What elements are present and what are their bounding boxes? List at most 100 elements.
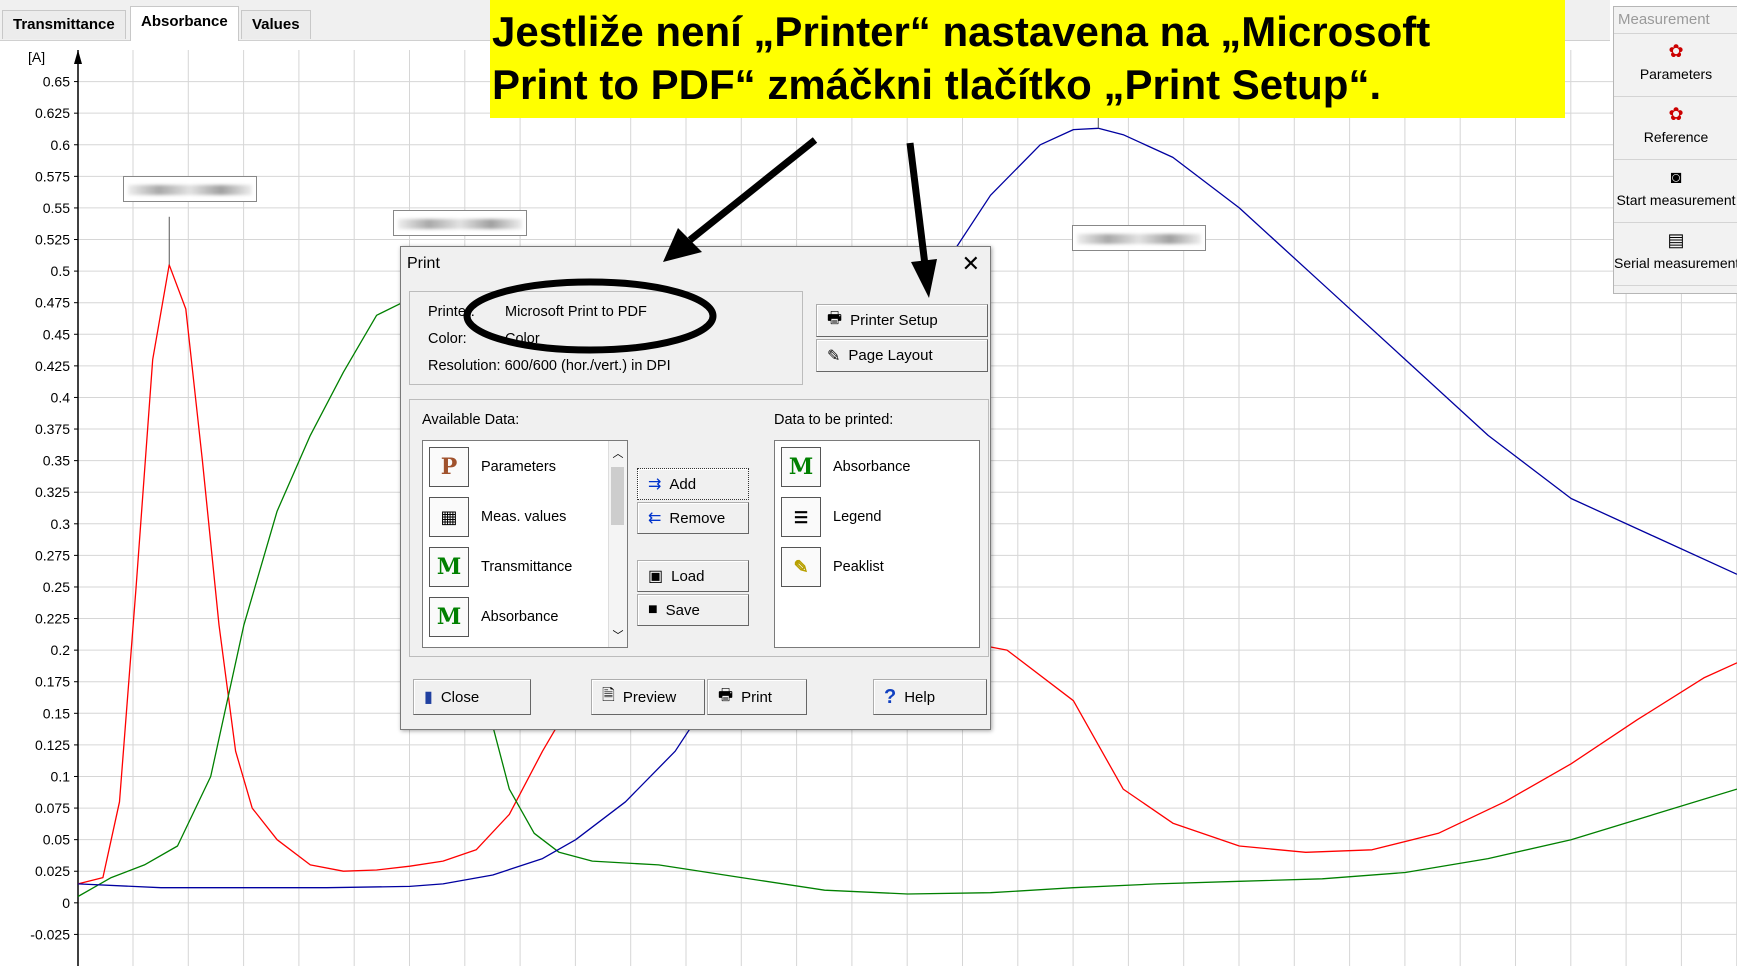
- page-layout-label: Page Layout: [848, 347, 933, 364]
- list-item-label: Absorbance: [833, 459, 911, 475]
- printer-info-group: Printer: Microsoft Print to PDF Color: C…: [409, 291, 803, 385]
- start-measurement-button[interactable]: ◙ Start measurement: [1614, 160, 1737, 223]
- page-layout-button[interactable]: ✎ Page Layout: [816, 339, 988, 372]
- measurement-panel-title: Measurement: [1614, 7, 1737, 34]
- list-item-label: Parameters: [481, 459, 556, 475]
- print-dialog: Print ✕ Printer: Microsoft Print to PDF …: [400, 246, 991, 730]
- y-tick-label: 0.5: [51, 263, 71, 279]
- parameters-button[interactable]: ✿ Parameters: [1614, 34, 1737, 97]
- close-button[interactable]: ▮ Close: [413, 679, 531, 715]
- list-item-label: Absorbance: [481, 609, 559, 625]
- y-tick-label: 0.325: [35, 484, 70, 500]
- y-tick-label: 0.45: [43, 326, 70, 342]
- annotation-line-1: Jestliže není „Printer“ nastavena na „Mi…: [492, 8, 1431, 55]
- y-tick-label: 0.125: [35, 737, 70, 753]
- list-item[interactable]: ▦ Meas. values: [429, 495, 566, 539]
- y-tick-label: 0.025: [35, 863, 70, 879]
- y-tick-label: 0.4: [51, 389, 71, 405]
- measurement-chart-icon: M: [781, 447, 821, 487]
- available-data-label: Available Data:: [422, 412, 520, 428]
- help-button[interactable]: ? Help: [873, 679, 987, 715]
- peak-label-redacted: [1072, 225, 1206, 251]
- y-tick-label: 0: [62, 895, 70, 911]
- list-item[interactable]: ☰ Legend: [781, 495, 881, 539]
- parameters-icon: P: [429, 447, 469, 487]
- y-tick-label: 0.65: [43, 74, 70, 90]
- y-axis-label: [A]: [28, 49, 45, 65]
- y-tick-label: 0.05: [43, 832, 70, 848]
- y-tick-label: 0.1: [51, 768, 71, 784]
- y-tick-label: 0.275: [35, 547, 70, 563]
- preview-button[interactable]: 🗎 Preview: [591, 679, 705, 715]
- instruction-annotation: Jestliže není „Printer“ nastavena na „Mi…: [490, 0, 1565, 118]
- list-item[interactable]: M Absorbance: [781, 445, 910, 489]
- y-tick-label: 0.2: [51, 642, 71, 658]
- load-label: Load: [671, 567, 705, 585]
- data-selection-group: Available Data: Data to be printed: P Par…: [409, 399, 989, 657]
- serial-measurement-button[interactable]: ▤ Serial measurement: [1614, 223, 1737, 286]
- scrollbar-thumb[interactable]: [611, 467, 624, 525]
- tab-transmittance[interactable]: Transmittance: [2, 10, 126, 39]
- y-tick-label: 0.475: [35, 295, 70, 311]
- printer-icon: 🖶: [718, 686, 734, 704]
- table-icon: ▦: [429, 497, 469, 537]
- remove-icon: ⇇: [648, 510, 662, 527]
- floppy-icon: ■: [648, 601, 658, 618]
- peak-label-redacted: [123, 176, 257, 202]
- y-tick-label: 0.425: [35, 358, 70, 374]
- start-measurement-label: Start measurement: [1616, 192, 1736, 208]
- measurement-chart-icon: M: [429, 597, 469, 637]
- y-tick-label: -0.025: [30, 926, 70, 942]
- peaklist-icon: ✎: [781, 547, 821, 587]
- reference-label: Reference: [1643, 129, 1709, 145]
- y-tick-label: 0.575: [35, 168, 70, 184]
- y-tick-label: 0.225: [35, 611, 70, 627]
- list-item[interactable]: ✎ Peaklist: [781, 545, 884, 589]
- available-data-list[interactable]: P Parameters ▦ Meas. values M Transmittance…: [422, 440, 628, 648]
- load-button[interactable]: ▣ Load: [637, 560, 749, 592]
- save-button[interactable]: ■ Save: [637, 594, 749, 626]
- data-to-print-label: Data to be printed:: [774, 412, 894, 428]
- list-item[interactable]: M Absorbance: [429, 595, 558, 639]
- printer-setup-button[interactable]: 🖶 Printer Setup: [816, 304, 988, 337]
- stack-icon: ▤: [1667, 230, 1685, 250]
- resolution-text: Resolution: 600/600 (hor./vert.) in DPI: [428, 358, 671, 374]
- reference-icon: ✿: [1668, 104, 1684, 124]
- legend-icon: ☰: [781, 497, 821, 537]
- printer-icon: 🖶: [827, 310, 843, 327]
- close-icon[interactable]: ✕: [962, 251, 980, 277]
- help-icon: ?: [884, 685, 897, 708]
- add-label: Add: [669, 475, 697, 493]
- scroll-up-icon[interactable]: ︿: [609, 445, 627, 461]
- dialog-title: Print: [407, 255, 440, 272]
- list-item[interactable]: P Parameters: [429, 445, 556, 489]
- help-label: Help: [904, 688, 936, 706]
- list-item-label: Legend: [833, 509, 882, 525]
- y-tick-label: 0.15: [43, 705, 70, 721]
- remove-button[interactable]: ⇇ Remove: [637, 502, 749, 534]
- scroll-down-icon[interactable]: ﹀: [609, 627, 627, 643]
- y-tick-label: 0.525: [35, 232, 70, 248]
- list-item-label: Transmittance: [481, 559, 573, 575]
- y-tick-label: 0.175: [35, 674, 70, 690]
- y-tick-label: 0.3: [51, 516, 71, 532]
- y-tick-label: 0.6: [51, 137, 71, 153]
- reference-button[interactable]: ✿ Reference: [1614, 97, 1737, 160]
- tab-absorbance[interactable]: Absorbance: [130, 6, 239, 41]
- tab-values[interactable]: Values: [241, 10, 311, 39]
- add-icon: ⇉: [648, 476, 662, 493]
- y-tick-label: 0.075: [35, 800, 70, 816]
- parameters-label: Parameters: [1639, 66, 1713, 82]
- data-to-print-list[interactable]: M Absorbance ☰ Legend ✎ Peaklist: [774, 440, 980, 648]
- y-tick-label: 0.55: [43, 200, 70, 216]
- measurement-panel: Measurement ✿ Parameters ✿ Reference ◙ S…: [1613, 6, 1737, 294]
- close-door-icon: ▮: [424, 689, 433, 706]
- add-button[interactable]: ⇉ Add: [637, 468, 749, 500]
- scrollbar[interactable]: ︿ ﹀: [608, 441, 627, 647]
- peak-label-redacted: [393, 210, 527, 236]
- y-tick-label: 0.375: [35, 421, 70, 437]
- print-label: Print: [741, 688, 772, 706]
- print-button[interactable]: 🖶 Print: [707, 679, 807, 715]
- list-item[interactable]: M Transmittance: [429, 545, 572, 589]
- y-tick-label: 0.25: [43, 579, 70, 595]
